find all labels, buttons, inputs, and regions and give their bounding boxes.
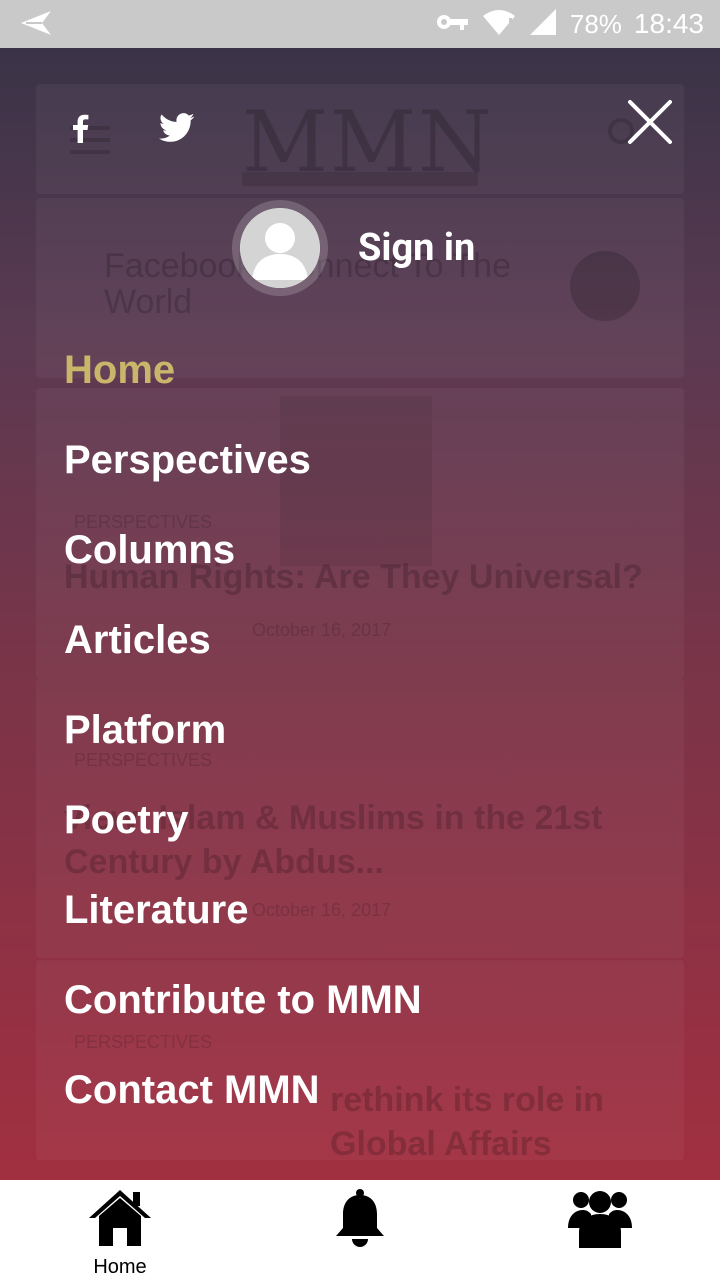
bell-icon — [332, 1188, 388, 1252]
menu-item-platform[interactable]: Platform — [64, 700, 422, 790]
close-icon[interactable] — [622, 94, 678, 150]
menu-item-contact[interactable]: Contact MMN — [64, 1060, 422, 1150]
menu-item-columns[interactable]: Columns — [64, 520, 422, 610]
menu-item-contribute[interactable]: Contribute to MMN — [64, 970, 422, 1060]
drawer-menu: Home Perspectives Columns Articles Platf… — [64, 340, 422, 1150]
status-bar: 78% 18:43 — [0, 0, 720, 48]
sign-in-area[interactable]: Sign in — [232, 200, 475, 296]
facebook-icon[interactable] — [64, 106, 96, 150]
nav-home[interactable]: Home — [0, 1180, 240, 1280]
twitter-icon[interactable] — [158, 106, 196, 150]
nav-notifications[interactable] — [240, 1180, 480, 1280]
menu-item-poetry[interactable]: Poetry — [64, 790, 422, 880]
wifi-icon — [482, 8, 516, 40]
home-icon — [87, 1186, 153, 1252]
avatar — [232, 200, 328, 296]
menu-item-home[interactable]: Home — [64, 340, 422, 430]
vpn-key-icon — [436, 12, 470, 36]
clock: 18:43 — [633, 8, 704, 39]
menu-item-literature[interactable]: Literature — [64, 880, 422, 970]
menu-item-articles[interactable]: Articles — [64, 610, 422, 700]
nav-home-label: Home — [93, 1256, 147, 1278]
signal-icon — [528, 8, 558, 40]
group-icon — [567, 1188, 633, 1254]
battery-level: 78% — [569, 8, 622, 39]
send-icon — [20, 10, 52, 40]
menu-item-perspectives[interactable]: Perspectives — [64, 430, 422, 520]
sign-in-link[interactable]: Sign in — [358, 226, 475, 270]
navigation-drawer: Sign in Home Perspectives Columns Articl… — [0, 48, 720, 1180]
bottom-navigation: Home — [0, 1180, 720, 1280]
nav-community[interactable] — [480, 1180, 720, 1280]
